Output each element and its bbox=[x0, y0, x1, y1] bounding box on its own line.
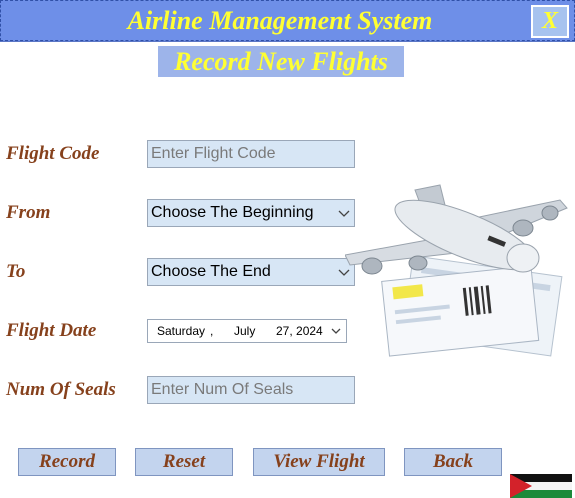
to-select[interactable]: Choose The End bbox=[147, 258, 355, 286]
num-of-seats-input[interactable]: Enter Num Of Seals bbox=[147, 376, 355, 404]
to-select-value: Choose The End bbox=[150, 259, 337, 285]
flight-date-picker[interactable]: Saturday , July 27, 2024 bbox=[147, 319, 347, 343]
page-subtitle: Record New Flights bbox=[158, 46, 404, 77]
app-title: Airline Management System bbox=[127, 6, 433, 35]
chevron-down-icon bbox=[331, 328, 341, 334]
date-day-year: 27, 2024 bbox=[276, 324, 323, 338]
back-button[interactable]: Back bbox=[404, 448, 502, 476]
airplane-ticket-illustration bbox=[345, 184, 568, 357]
from-label: From bbox=[6, 202, 51, 223]
num-of-seats-label: Num Of Seals bbox=[6, 379, 116, 400]
view-flight-button[interactable]: View Flight bbox=[253, 448, 385, 476]
record-button[interactable]: Record bbox=[18, 448, 116, 476]
flight-date-label: Flight Date bbox=[6, 320, 97, 341]
to-label: To bbox=[6, 261, 26, 282]
date-weekday: Saturday bbox=[157, 324, 206, 338]
palestine-flag-icon bbox=[510, 474, 572, 498]
title-bar: Airline Management System bbox=[0, 0, 575, 42]
date-month: July bbox=[234, 324, 256, 338]
from-select-value: Choose The Beginning bbox=[150, 200, 337, 226]
close-button[interactable]: X bbox=[531, 5, 569, 38]
date-separator: , bbox=[210, 324, 214, 338]
flight-code-label: Flight Code bbox=[6, 143, 100, 164]
reset-button[interactable]: Reset bbox=[135, 448, 233, 476]
flight-code-input[interactable]: Enter Flight Code bbox=[147, 140, 355, 168]
from-select[interactable]: Choose The Beginning bbox=[147, 199, 355, 227]
